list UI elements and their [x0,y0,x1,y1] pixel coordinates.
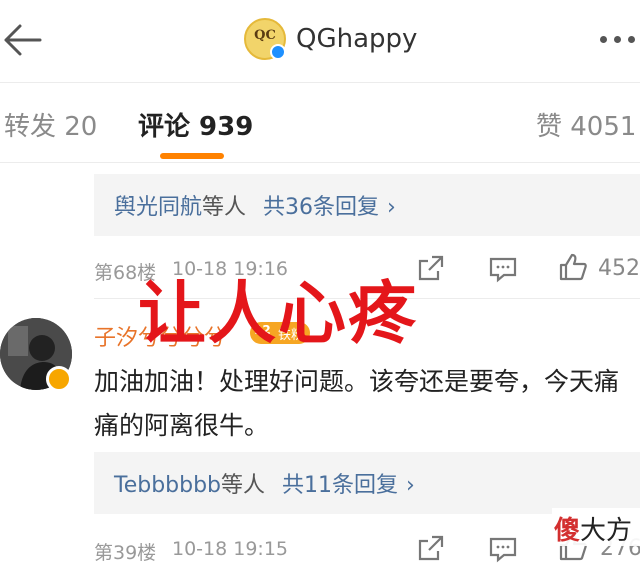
share-icon[interactable] [416,253,446,283]
watermark-text: 大方 [580,516,633,546]
verified-badge-icon [46,366,72,392]
divider [0,162,640,163]
page-title: QGhappy [296,24,418,54]
floor-number: 第39楼 [94,542,157,564]
divider [0,82,640,83]
tab-likes[interactable]: 赞 4051 [536,106,636,143]
reply-suffix: 等人 [202,195,247,220]
verified-icon [270,44,286,60]
comment-icon[interactable] [488,534,518,564]
like-icon[interactable] [558,252,588,282]
chevron-right-icon: › [406,473,415,498]
watermark: 傻 大方 [552,508,640,546]
comment-time: 10-18 19:15 [172,538,289,560]
reply-summary[interactable]: 舆光同航等人 共36条回复 › [94,174,640,236]
watermark-mark: 傻 [554,516,581,546]
comment-icon[interactable] [488,254,518,284]
back-arrow-icon[interactable] [0,18,48,62]
logo-text: QC [254,28,276,43]
overlay-caption: 让人心疼 [138,275,419,354]
active-tab-indicator [160,153,224,159]
reply-user-link[interactable]: Tebbbbbb [114,473,221,498]
reply-count[interactable]: 共11条回复 [282,473,398,498]
chevron-right-icon: › [387,195,396,220]
reply-summary[interactable]: Tebbbbbb等人 共11条回复 › [94,452,640,514]
like-count: 452 [598,256,640,281]
share-icon[interactable] [416,533,446,563]
reply-suffix: 等人 [221,473,266,498]
tab-repost[interactable]: 转发 20 [4,106,97,143]
reply-count[interactable]: 共36条回复 [263,195,379,220]
tab-comments[interactable]: 评论 939 [138,106,253,143]
more-options-icon[interactable] [596,36,640,46]
reply-user-link[interactable]: 舆光同航 [114,195,202,220]
comment-text: 加油加油！处理好问题。该夸还是要夸，今天痛痛的阿离很牛。 [94,367,620,440]
